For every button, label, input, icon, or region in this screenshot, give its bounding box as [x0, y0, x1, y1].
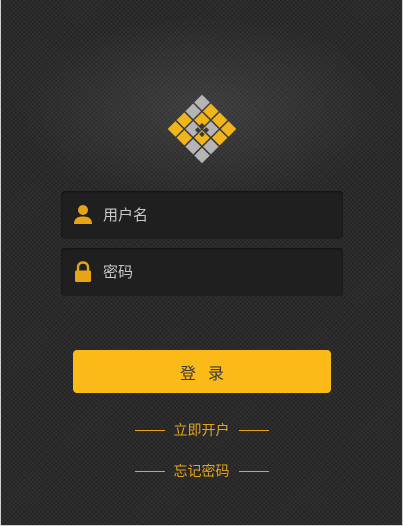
divider-line: [134, 470, 165, 472]
username-input[interactable]: [103, 191, 333, 239]
forgot-password-link[interactable]: 忘记密码: [174, 461, 230, 481]
username-field[interactable]: [61, 191, 343, 239]
divider-line: [238, 429, 269, 431]
forgot-password-link-row: 忘记密码: [1, 460, 402, 482]
login-button[interactable]: 登录: [73, 350, 331, 393]
lock-icon: [75, 261, 91, 282]
register-link[interactable]: 立即开户: [174, 420, 230, 440]
password-input[interactable]: [103, 248, 333, 296]
divider-line: [134, 429, 165, 431]
user-icon: [74, 205, 92, 224]
login-screen: 登录 立即开户 忘记密码: [0, 0, 403, 526]
password-field[interactable]: [61, 248, 343, 296]
register-link-row: 立即开户: [1, 419, 402, 441]
diamond-grid-logo-icon: [167, 94, 237, 164]
divider-line: [238, 470, 269, 472]
